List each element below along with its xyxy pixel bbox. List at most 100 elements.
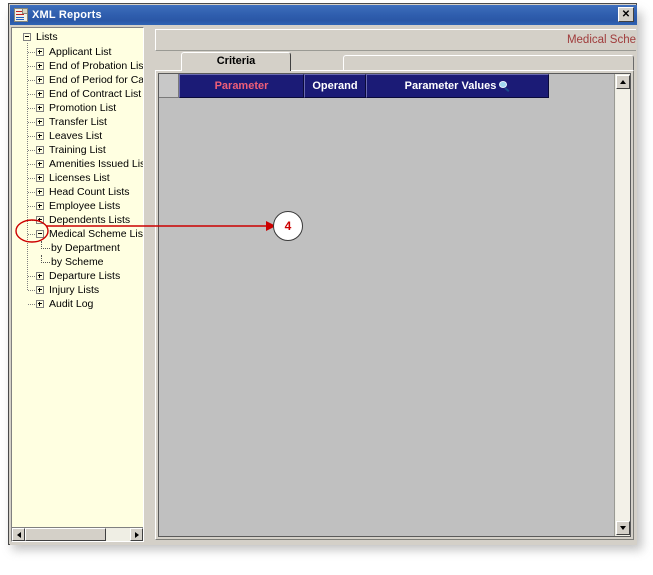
tree-item-licenses-list[interactable]: Licenses List <box>12 171 143 185</box>
tree-item-label: End of Period for Casual l <box>49 73 143 87</box>
tree-item-label: Departure Lists <box>49 269 120 283</box>
tree-item-training-list[interactable]: Training List <box>12 143 143 157</box>
report-header-strip: Medical Sche <box>155 29 636 51</box>
tab-strip: Criteria <box>155 52 634 71</box>
expand-icon[interactable] <box>36 216 44 224</box>
tab-criteria[interactable]: Criteria <box>181 52 291 71</box>
tree-item-label: Dependents Lists <box>49 213 130 227</box>
column-header-label: Parameter <box>215 80 269 92</box>
scroll-track[interactable] <box>25 528 130 541</box>
tree-item-transfer-list[interactable]: Transfer List <box>12 115 143 129</box>
tree-connector <box>28 276 36 277</box>
report-title: Medical Sche <box>567 34 636 46</box>
criteria-grid-container: Parameter Operand Parameter Values <box>155 70 634 540</box>
scroll-track[interactable] <box>616 90 630 520</box>
grid-vertical-scrollbar[interactable] <box>614 74 630 536</box>
tree-scroll-viewport: Lists Applicant List End of Probation Li… <box>12 28 143 527</box>
tree-item-lists[interactable]: Lists <box>12 30 143 45</box>
tree-item-amenities-issued-list[interactable]: Amenities Issued List <box>12 157 143 171</box>
expand-icon[interactable] <box>36 286 44 294</box>
tree-connector <box>28 304 36 305</box>
tree-item-applicant-list[interactable]: Applicant List <box>12 45 143 59</box>
tree-item-label: Medical Scheme Lists <box>49 227 143 241</box>
tree-item-label: Lists <box>36 30 58 44</box>
magnifier-icon[interactable] <box>499 81 510 92</box>
expand-icon[interactable] <box>36 132 44 140</box>
chevron-up-icon <box>620 80 626 84</box>
scroll-up-button[interactable] <box>616 75 630 89</box>
tree-item-employee-lists[interactable]: Employee Lists <box>12 199 143 213</box>
scroll-left-button[interactable] <box>12 528 25 541</box>
tree-item-label: End of Contract List <box>49 87 141 101</box>
panel-splitter[interactable] <box>146 27 152 542</box>
tree-item-injury-lists[interactable]: Injury Lists <box>12 283 143 297</box>
tree-item-end-of-period-casual[interactable]: End of Period for Casual l <box>12 73 143 87</box>
tree-connector <box>41 255 50 263</box>
expand-icon[interactable] <box>36 272 44 280</box>
scroll-thumb[interactable] <box>25 528 106 541</box>
expand-icon[interactable] <box>36 62 44 70</box>
expand-icon[interactable] <box>36 188 44 196</box>
grid-body[interactable] <box>159 98 630 536</box>
tree-connector <box>41 241 50 249</box>
expand-icon[interactable] <box>36 202 44 210</box>
expand-icon[interactable] <box>36 118 44 126</box>
tree-item-label: Transfer List <box>49 115 107 129</box>
row-selector-header[interactable] <box>159 74 179 98</box>
screenshot-root: XML Reports ✕ Lists Ap <box>0 0 653 575</box>
expand-icon[interactable] <box>36 90 44 98</box>
tree-item-end-of-contract-list[interactable]: End of Contract List <box>12 87 143 101</box>
expand-icon[interactable] <box>36 104 44 112</box>
tree-item-leaves-list[interactable]: Leaves List <box>12 129 143 143</box>
scroll-down-button[interactable] <box>616 521 630 535</box>
tree-connector <box>28 220 36 221</box>
tab-secondary[interactable] <box>343 55 634 71</box>
expand-icon[interactable] <box>36 146 44 154</box>
xml-document-icon <box>14 8 28 22</box>
tree-item-label: Employee Lists <box>49 199 120 213</box>
expand-icon[interactable] <box>36 174 44 182</box>
column-header-operand[interactable]: Operand <box>304 74 366 98</box>
tree-item-audit-log[interactable]: Audit Log <box>12 297 143 311</box>
tree-item-medical-scheme-lists[interactable]: Medical Scheme Lists <box>12 227 143 241</box>
tree-connector <box>28 164 36 165</box>
tree-connector <box>28 52 36 53</box>
client-area: Lists Applicant List End of Probation Li… <box>10 25 637 545</box>
report-detail-panel: Medical Sche Criteria Parameter <box>153 27 636 543</box>
close-button[interactable]: ✕ <box>618 7 634 22</box>
tree-item-label: Audit Log <box>49 297 93 311</box>
expand-icon[interactable] <box>36 160 44 168</box>
xml-reports-window: XML Reports ✕ Lists Ap <box>8 3 637 545</box>
tree-item-head-count-lists[interactable]: Head Count Lists <box>12 185 143 199</box>
tree-item-by-department[interactable]: by Department <box>12 241 143 255</box>
scroll-right-button[interactable] <box>130 528 143 541</box>
tree-item-by-scheme[interactable]: by Scheme <box>12 255 143 269</box>
expand-icon[interactable] <box>36 76 44 84</box>
criteria-grid[interactable]: Parameter Operand Parameter Values <box>158 73 631 537</box>
annotation-step-badge: 4 <box>273 211 303 241</box>
column-header-parameter[interactable]: Parameter <box>179 74 304 98</box>
reports-tree-panel[interactable]: Lists Applicant List End of Probation Li… <box>11 27 144 542</box>
column-header-parameter-values[interactable]: Parameter Values <box>366 74 549 98</box>
collapse-icon-medical-scheme-lists[interactable] <box>36 230 44 238</box>
tree-horizontal-scrollbar[interactable] <box>12 527 143 541</box>
chevron-right-icon <box>135 532 139 538</box>
collapse-icon-lists[interactable] <box>23 33 31 41</box>
tree-connector <box>28 234 36 235</box>
tree-item-departure-lists[interactable]: Departure Lists <box>12 269 143 283</box>
tree-connector <box>28 192 36 193</box>
expand-icon[interactable] <box>36 48 44 56</box>
tree-item-promotion-list[interactable]: Promotion List <box>12 101 143 115</box>
magnifier-lens <box>499 81 507 88</box>
tree-connector <box>28 178 36 179</box>
tree-item-dependents-lists[interactable]: Dependents Lists <box>12 213 143 227</box>
tree-item-label: Applicant List <box>49 45 111 59</box>
tree-item-end-of-probation-list[interactable]: End of Probation List <box>12 59 143 73</box>
tree-connector <box>28 136 36 137</box>
expand-icon[interactable] <box>36 300 44 308</box>
column-header-label: Operand <box>312 80 357 92</box>
tree-item-label: Leaves List <box>49 129 102 143</box>
chevron-down-icon <box>620 526 626 530</box>
tree-connector <box>28 94 36 95</box>
tree-connector <box>28 206 36 207</box>
